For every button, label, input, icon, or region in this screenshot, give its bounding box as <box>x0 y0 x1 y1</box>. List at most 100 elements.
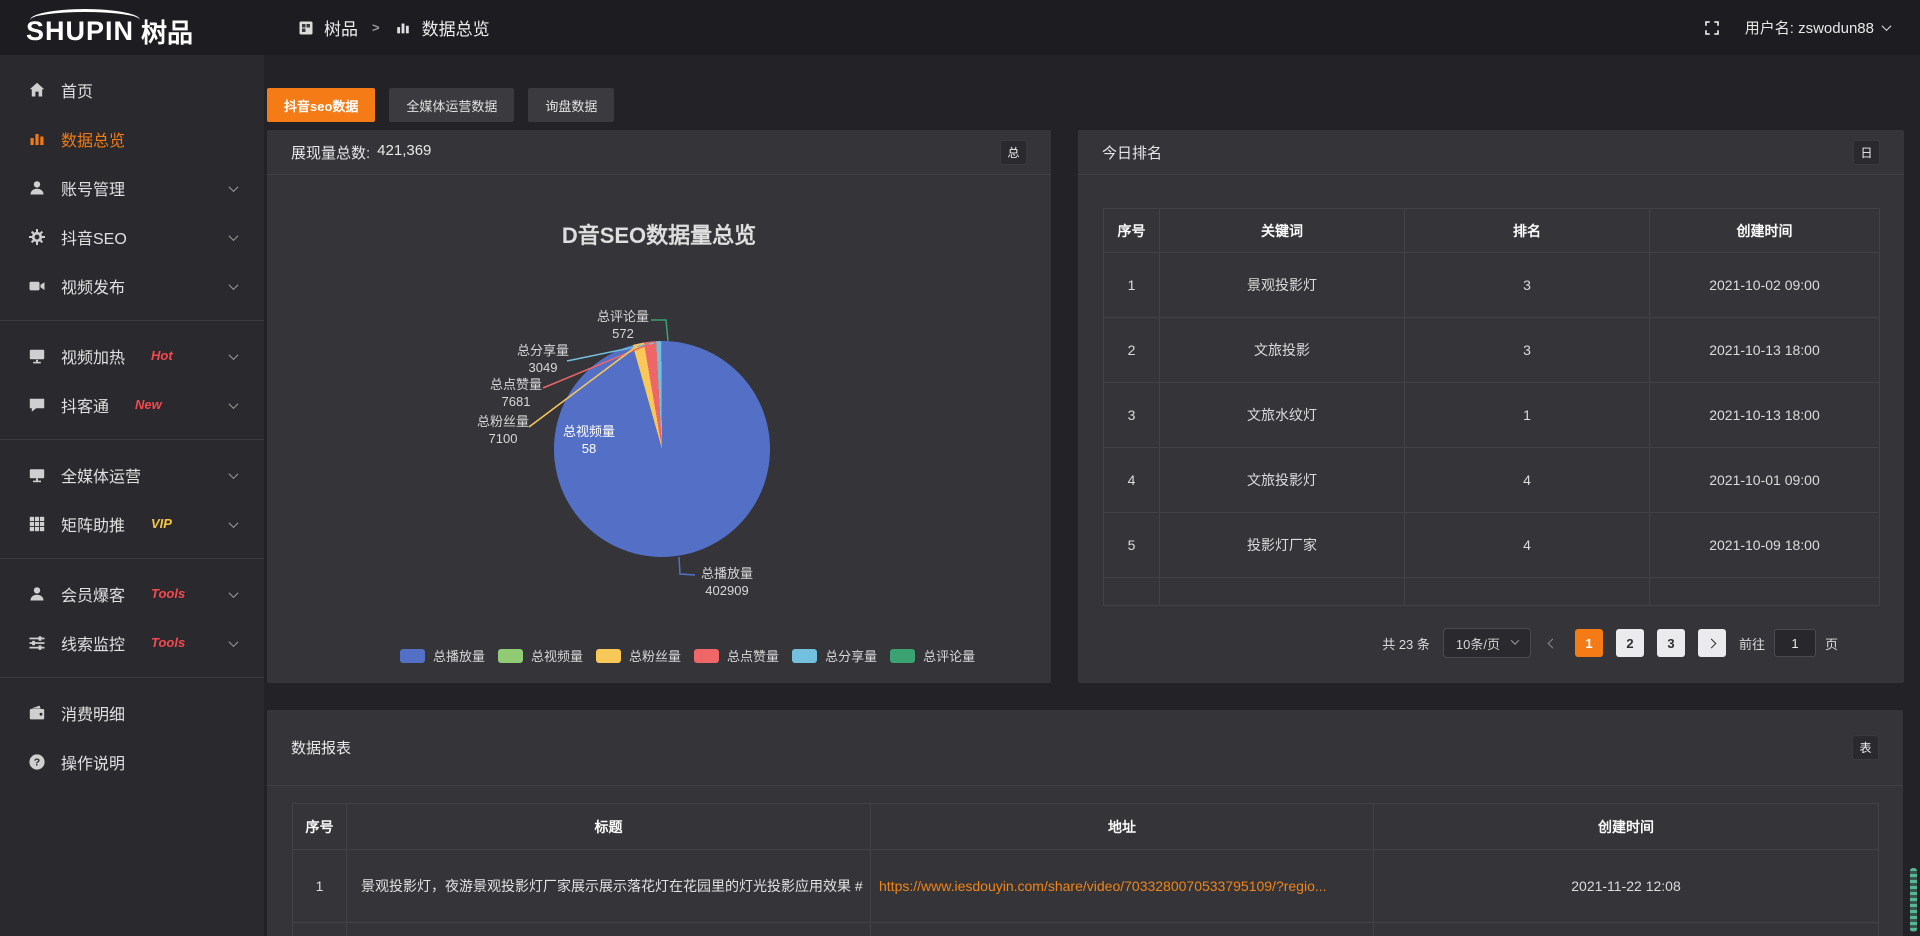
sidebar-divider <box>0 558 264 559</box>
table-row: 2文旅投影32021-10-13 18:00 <box>1104 318 1880 383</box>
sidebar-item-douyin-seo[interactable]: 抖音SEO <box>0 212 264 261</box>
username-label: 用户名: zswodun88 <box>1745 17 1874 38</box>
gear-icon <box>27 227 46 246</box>
home-icon <box>27 80 46 99</box>
report-title-cell: 景观投影灯，夜游景观投影灯厂家展示展示落花灯在花园里的灯光投影应用效果 # <box>347 850 871 923</box>
legend-item-plays[interactable]: 总播放量 <box>400 646 485 665</box>
question-circle-icon: ? <box>27 752 46 771</box>
sidebar-item-consumption[interactable]: 消费明细 <box>0 688 264 737</box>
report-panel-header: 数据报表 表 <box>267 710 1903 786</box>
tools-badge: Tools <box>151 586 185 601</box>
exposure-total-label: 展现量总数: <box>291 142 370 163</box>
tab-media-ops-data[interactable]: 全媒体运营数据 <box>389 88 514 122</box>
sidebar-item-douketong[interactable]: 抖客通 New <box>0 380 264 429</box>
bar-chart-icon <box>27 129 46 148</box>
breadcrumb: 树品 > 数据总览 <box>296 15 490 40</box>
legend-item-videos[interactable]: 总视频量 <box>498 646 583 665</box>
sidebar-item-label: 视频加热 <box>61 344 125 368</box>
sidebar-item-video-heat[interactable]: 视频加热 Hot <box>0 331 264 380</box>
top-header: SHUPIN 树品 树品 > 数据总览 用户名: zswodun88 <box>0 0 1920 55</box>
legend-item-fans[interactable]: 总粉丝量 <box>596 646 681 665</box>
sidebar-item-help[interactable]: ? 操作说明 <box>0 737 264 786</box>
sidebar-item-matrix-boost[interactable]: 矩阵助推 VIP <box>0 499 264 548</box>
sidebar-item-label: 视频发布 <box>61 274 125 298</box>
chevron-down-icon <box>229 399 239 409</box>
page-button-2[interactable]: 2 <box>1616 629 1644 657</box>
ranking-table: 序号 关键词 排名 创建时间 1景观投影灯32021-10-02 09:00 2… <box>1103 208 1880 606</box>
daily-view-button[interactable]: 日 <box>1853 140 1880 165</box>
exposure-total: 展现量总数: 421,369 <box>291 142 431 163</box>
table-view-button[interactable]: 表 <box>1852 735 1879 760</box>
topbar-right: 用户名: zswodun88 <box>1703 17 1920 38</box>
sidebar-item-lead-monitor[interactable]: 线索监控 Tools <box>0 618 264 667</box>
breadcrumb-current: 数据总览 <box>422 15 490 40</box>
page-size-select[interactable]: 10条/页 <box>1443 628 1531 658</box>
sidebar-item-account[interactable]: 账号管理 <box>0 163 264 212</box>
ranking-panel-header: 今日排名 日 <box>1078 130 1904 175</box>
display-icon <box>27 346 46 365</box>
page-button-1[interactable]: 1 <box>1575 629 1603 657</box>
sidebar-item-member-burst[interactable]: 会员爆客 Tools <box>0 569 264 618</box>
chevron-down-icon <box>229 518 239 528</box>
fullscreen-icon[interactable] <box>1703 19 1721 37</box>
bar-chart-icon <box>394 18 413 37</box>
svg-text:?: ? <box>33 756 39 768</box>
legend-item-likes[interactable]: 总点赞量 <box>694 646 779 665</box>
table-row: 3文旅水纹灯12021-10-13 18:00 <box>1104 383 1880 448</box>
pie-label-fans: 总粉丝量 7100 <box>463 413 543 447</box>
sidebar-item-label: 线索监控 <box>61 631 125 655</box>
vip-badge: VIP <box>151 516 172 531</box>
sidebar-item-label: 数据总览 <box>61 127 125 151</box>
sidebar-item-label: 首页 <box>61 78 93 102</box>
table-row: 1 景观投影灯，夜游景观投影灯厂家展示展示落花灯在花园里的灯光投影应用效果 # … <box>293 850 1879 923</box>
table-row-partial <box>293 923 1879 936</box>
sidebar-item-label: 矩阵助推 <box>61 512 125 536</box>
sidebar-divider <box>0 439 264 440</box>
sidebar-item-home[interactable]: 首页 <box>0 65 264 114</box>
user-icon <box>27 178 46 197</box>
breadcrumb-separator: > <box>372 20 380 35</box>
chevron-down-icon <box>229 350 239 360</box>
video-link[interactable]: https://www.iesdouyin.com/share/video/70… <box>871 850 1374 923</box>
chat-bubble-icon <box>27 395 46 414</box>
sidebar-item-media-ops[interactable]: 全媒体运营 <box>0 450 264 499</box>
legend-swatch <box>498 649 523 663</box>
wallet-icon <box>27 703 46 722</box>
seo-panel-header: 展现量总数: 421,369 总 <box>267 130 1051 175</box>
tab-inquiry-data[interactable]: 询盘数据 <box>528 88 614 122</box>
app-logo[interactable]: SHUPIN 树品 <box>0 6 264 50</box>
chevron-down-icon <box>229 231 239 241</box>
chevron-down-icon <box>229 182 239 192</box>
legend-item-comments[interactable]: 总评论量 <box>890 646 975 665</box>
chevron-down-icon <box>229 637 239 647</box>
dashboard-icon <box>296 18 315 37</box>
sidebar-item-label: 全媒体运营 <box>61 463 141 487</box>
sidebar-item-label: 抖客通 <box>61 393 109 417</box>
person-icon <box>27 584 46 603</box>
pie-label-likes: 总点赞量 7681 <box>476 376 556 410</box>
sidebar-item-label: 账号管理 <box>61 176 125 200</box>
next-page-button[interactable] <box>1698 629 1726 657</box>
chevron-down-icon <box>229 280 239 290</box>
legend-item-shares[interactable]: 总分享量 <box>792 646 877 665</box>
sidebar-item-video-publish[interactable]: 视频发布 <box>0 261 264 310</box>
total-view-button[interactable]: 总 <box>1000 140 1027 165</box>
sidebar-item-label: 消费明细 <box>61 701 125 725</box>
pie-label-shares: 总分享量 3049 <box>503 342 583 376</box>
ranking-panel-title: 今日排名 <box>1102 142 1162 163</box>
sidebar-divider <box>0 320 264 321</box>
tab-douyin-seo-data[interactable]: 抖音seo数据 <box>267 88 375 122</box>
report-panel-title: 数据报表 <box>291 737 351 758</box>
prev-page-button[interactable] <box>1544 629 1562 657</box>
breadcrumb-root[interactable]: 树品 <box>324 15 358 40</box>
video-camera-icon <box>27 276 46 295</box>
sliders-icon <box>27 633 46 652</box>
page-scrollbar-thumb[interactable] <box>1910 868 1917 932</box>
pie-label-comments: 总评论量 572 <box>583 308 663 342</box>
hot-badge: Hot <box>151 348 173 363</box>
page-button-3[interactable]: 3 <box>1657 629 1685 657</box>
user-menu[interactable]: 用户名: zswodun88 <box>1745 17 1890 38</box>
goto-page-input[interactable] <box>1774 629 1816 657</box>
sidebar-item-data-overview[interactable]: 数据总览 <box>0 114 264 163</box>
chevron-down-icon <box>1882 21 1892 31</box>
